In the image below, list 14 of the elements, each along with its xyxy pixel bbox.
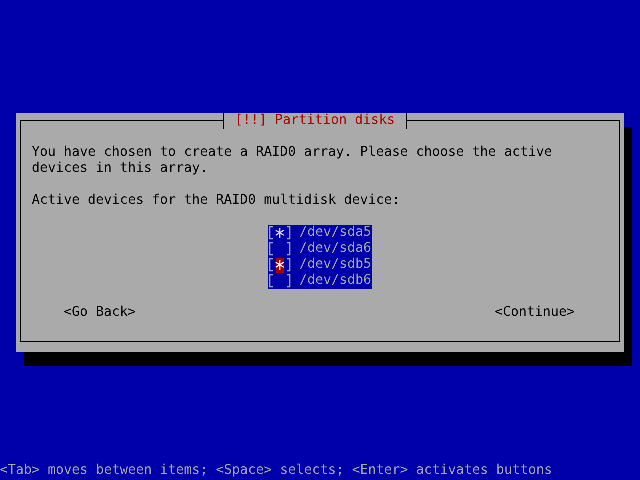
device-item[interactable]: /dev/sda6: [268, 241, 372, 257]
device-item[interactable]: /dev/sdb5: [268, 257, 372, 273]
device-item[interactable]: /dev/sda5: [268, 225, 372, 241]
dialog-button[interactable]: <Continue>: [494, 305, 575, 321]
dialog-message: You have chosen to create a RAID0 array. Please choose the active devices in this array.: [32, 145, 554, 177]
dialog-button[interactable]: <Go Back>: [64, 305, 136, 321]
checkbox[interactable]: [268, 257, 292, 273]
checkbox[interactable]: [268, 241, 292, 257]
device-item[interactable]: /dev/sdb6: [268, 273, 372, 289]
help-line: <Tab> moves between items; <Space> selects; <Enter> activates buttons: [0, 463, 554, 479]
checkbox[interactable]: [268, 273, 292, 289]
dialog-title: [!!] Partition disks: [223, 113, 408, 129]
list-prompt: Active devices for the RAID0 multidisk device:: [32, 193, 402, 209]
checkbox[interactable]: [268, 225, 292, 241]
